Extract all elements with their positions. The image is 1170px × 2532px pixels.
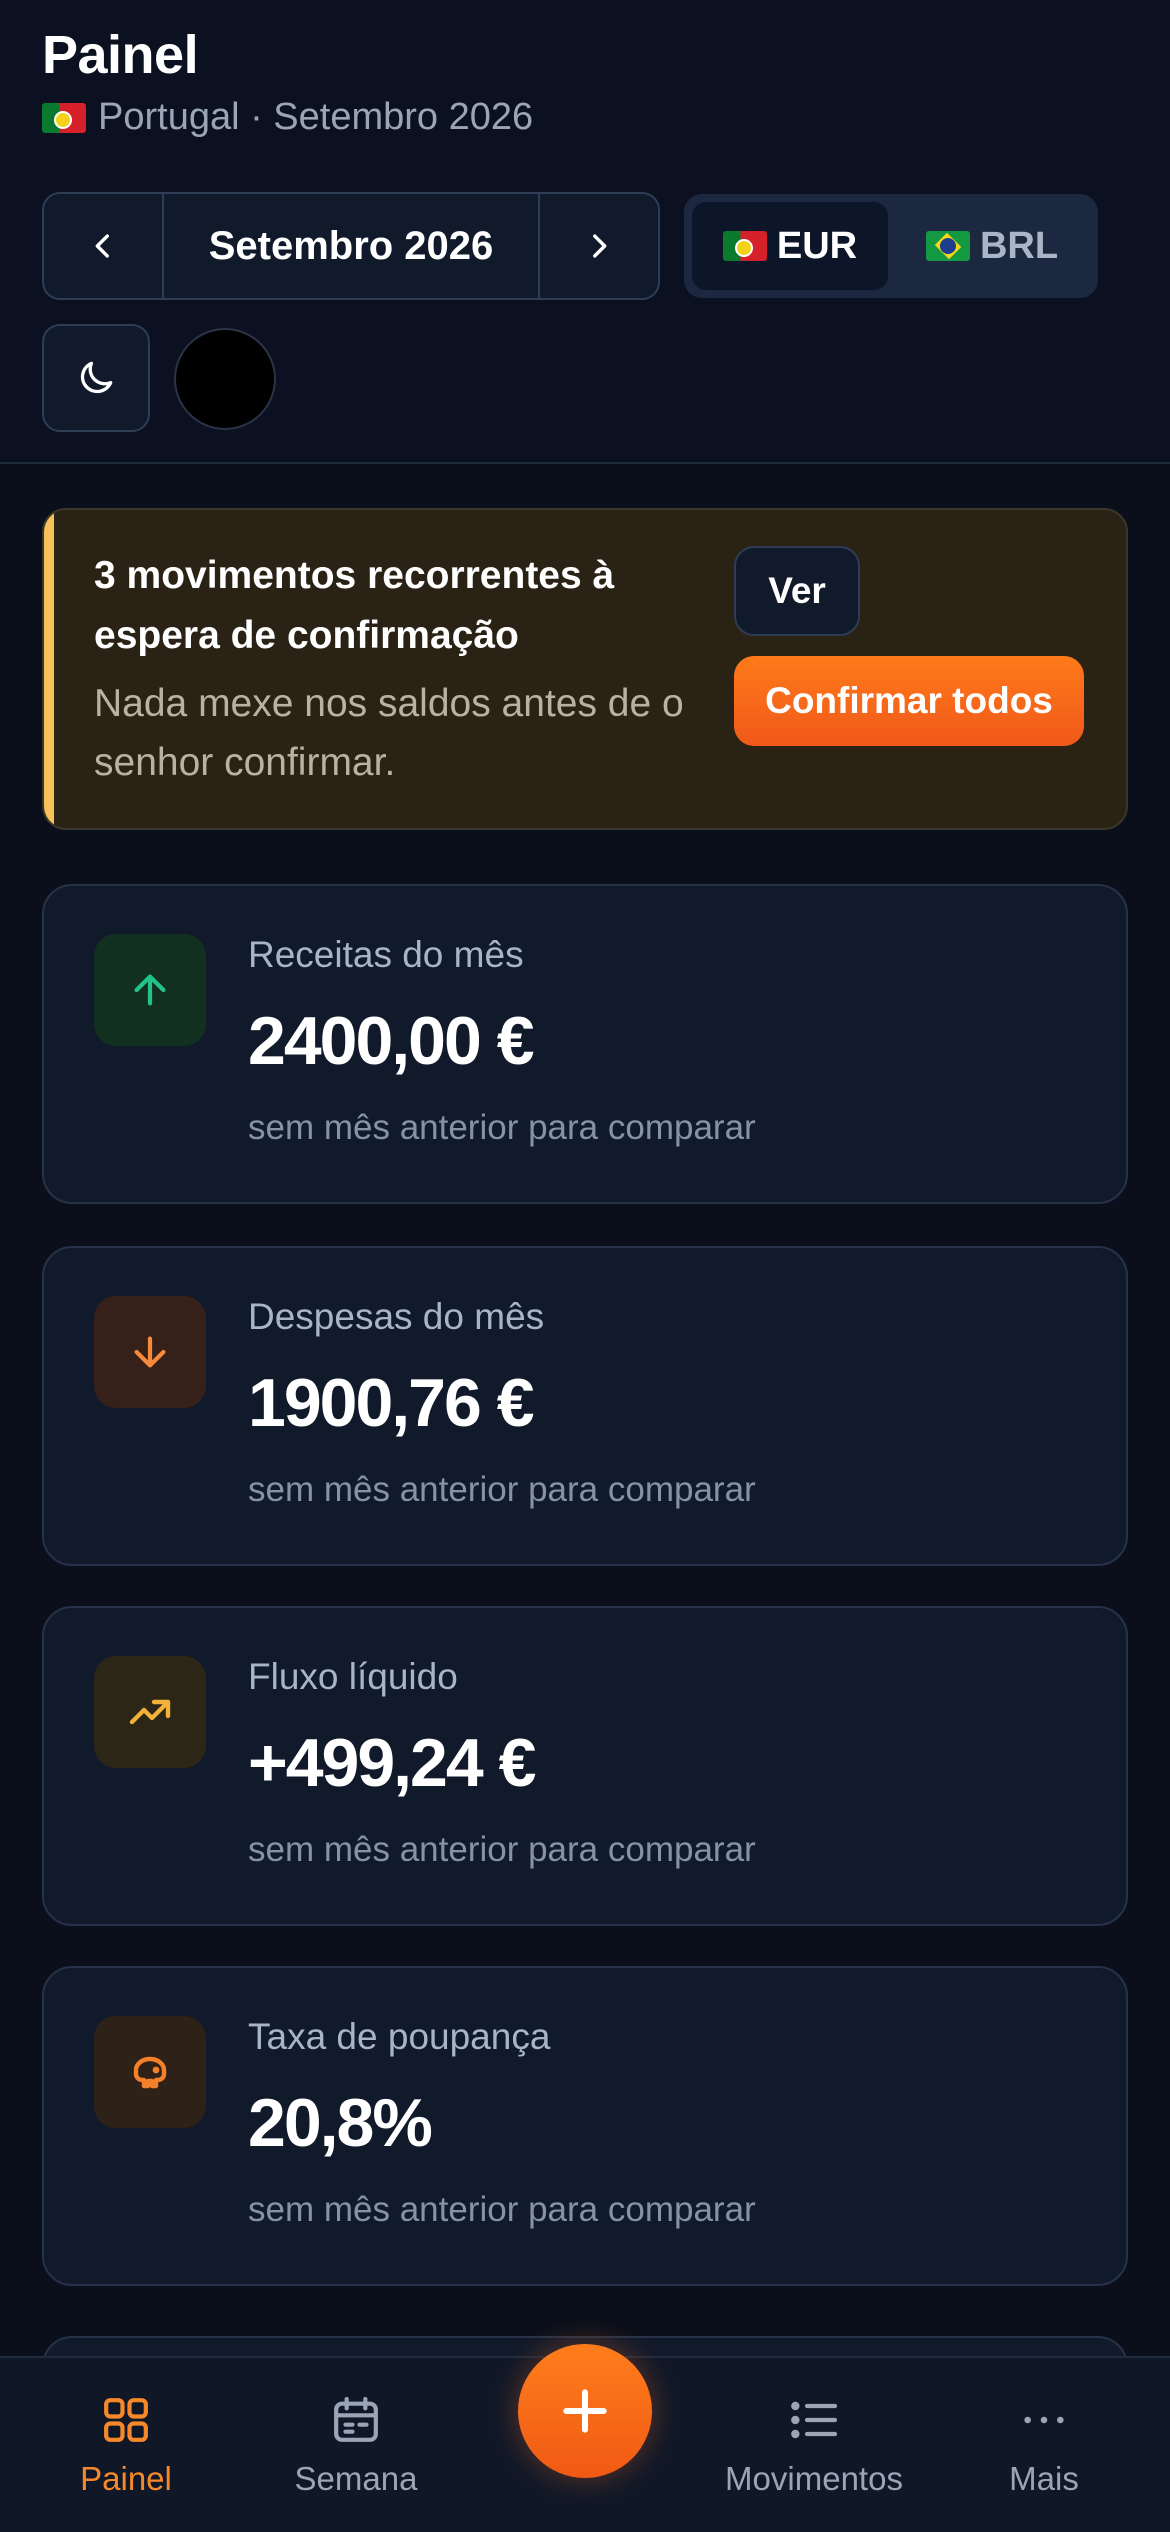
piggy-bank-icon: [133, 2056, 167, 2089]
currency-toggle: EUR BRL: [684, 194, 1098, 298]
stat-card-net-flow[interactable]: Fluxo líquido +499,24 € sem mês anterior…: [42, 1606, 1128, 1926]
current-month-label: Setembro 2026: [162, 194, 540, 298]
view-button[interactable]: Ver: [734, 546, 860, 636]
stat-value: 20,8%: [248, 2085, 433, 2161]
stat-label: Taxa de poupança: [248, 2016, 551, 2057]
more-icon: [1024, 2416, 1064, 2424]
moon-icon: [80, 361, 113, 394]
portugal-flag-icon: [42, 102, 86, 133]
expenses-icon-tile: [94, 1296, 206, 1408]
page-subtitle: Portugal · Setembro 2026: [42, 96, 533, 139]
nav-item-movimentos[interactable]: Movimentos: [704, 2392, 924, 2498]
portugal-flag-icon: [722, 231, 767, 261]
brazil-flag-icon: [925, 231, 970, 261]
nav-label: Semana: [294, 2460, 418, 2497]
stat-label: Fluxo líquido: [248, 1656, 458, 1697]
currency-option-eur[interactable]: EUR: [692, 202, 888, 290]
savings-icon-tile: [94, 2016, 206, 2128]
stat-note: sem mês anterior para comparar: [248, 1108, 756, 1147]
previous-month-button[interactable]: [44, 194, 162, 298]
trend-up-icon: [129, 1699, 171, 1725]
stat-card-savings-rate[interactable]: Taxa de poupança 20,8% sem mês anterior …: [42, 1966, 1128, 2286]
next-month-button[interactable]: [540, 194, 658, 298]
confirm-all-button[interactable]: Confirmar todos: [734, 656, 1084, 746]
stat-label: Receitas do mês: [248, 934, 524, 975]
stat-value: 1900,76 €: [248, 1365, 535, 1441]
currency-code: BRL: [979, 224, 1059, 267]
avatar[interactable]: [174, 328, 276, 430]
stat-note: sem mês anterior para comparar: [248, 1470, 756, 1509]
stat-note: sem mês anterior para comparar: [248, 2190, 756, 2229]
arrow-down-icon: [134, 1336, 166, 1368]
alert-body: Nada mexe nos saldos antes de o senhor c…: [94, 682, 684, 784]
nav-label: Mais: [1009, 2460, 1079, 2497]
stat-value: +499,24 €: [248, 1725, 536, 1801]
list-icon: [791, 2401, 838, 2439]
stat-card-expenses[interactable]: Despesas do mês 1900,76 € sem mês anteri…: [42, 1246, 1128, 1566]
subtitle-text: Portugal · Setembro 2026: [98, 96, 534, 138]
nav-item-mais[interactable]: Mais: [934, 2392, 1154, 2498]
theme-toggle-button[interactable]: [42, 324, 150, 432]
pending-recurring-alert: 3 movimentos recorrentes à espera de con…: [42, 508, 1128, 830]
stat-value: 2400,00 €: [248, 1003, 535, 1079]
chevron-right-icon: [593, 234, 607, 258]
net-flow-icon-tile: [94, 1656, 206, 1768]
add-transaction-button[interactable]: [518, 2344, 652, 2478]
income-icon-tile: [94, 934, 206, 1046]
calendar-icon: [334, 2396, 378, 2442]
grid-icon: [104, 2398, 148, 2442]
stat-label: Despesas do mês: [248, 1296, 545, 1337]
currency-option-brl[interactable]: BRL: [894, 202, 1090, 290]
nav-item-painel[interactable]: Painel: [16, 2392, 236, 2498]
nav-label: Movimentos: [725, 2460, 903, 2497]
nav-label: Painel: [80, 2460, 172, 2497]
page-title: Painel: [42, 25, 199, 85]
plus-icon: [563, 2389, 607, 2433]
nav-item-semana[interactable]: Semana: [246, 2392, 466, 2498]
header: Painel Portugal · Setembro 2026 Setembro…: [0, 0, 1170, 464]
arrow-up-icon: [134, 974, 166, 1006]
chevron-left-icon: [95, 234, 109, 258]
currency-code: EUR: [776, 224, 858, 267]
month-navigator: Setembro 2026: [42, 192, 660, 300]
stat-note: sem mês anterior para comparar: [248, 1830, 756, 1869]
alert-title: 3 movimentos recorrentes à espera de con…: [94, 554, 615, 657]
stat-card-income[interactable]: Receitas do mês 2400,00 € sem mês anteri…: [42, 884, 1128, 1204]
